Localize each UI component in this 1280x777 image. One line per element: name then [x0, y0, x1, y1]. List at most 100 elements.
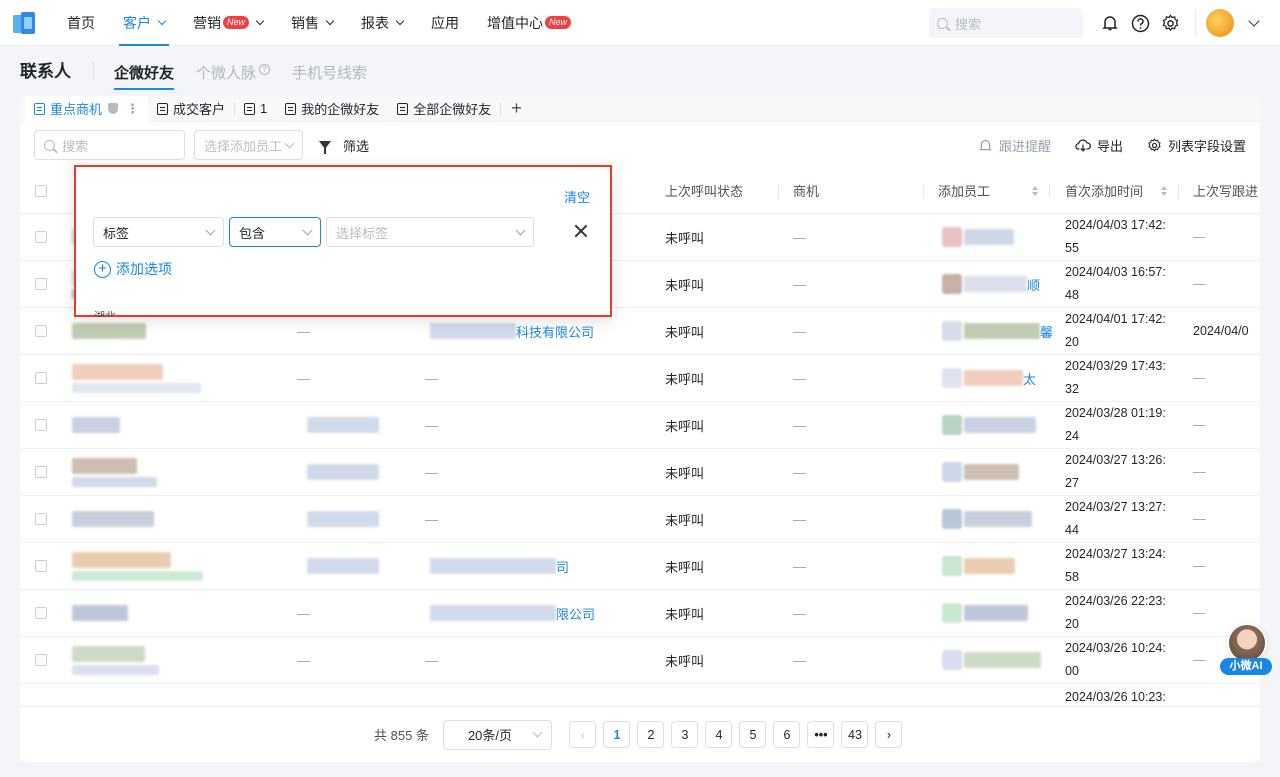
employee-cell[interactable]: [942, 402, 1036, 448]
page-ellipsis-button[interactable]: •••: [807, 721, 835, 748]
next-page-button[interactable]: ›: [875, 721, 903, 748]
settings-icon[interactable]: [1155, 8, 1185, 38]
table-row[interactable]: 司 未呼叫 — 2024/03/27 13:24: 58 —: [20, 543, 1260, 590]
employee-cell[interactable]: 太: [942, 355, 1036, 401]
company-link[interactable]: 科技有限公司: [516, 322, 594, 341]
page-size-select[interactable]: 20条/页: [442, 719, 552, 750]
filter-field-select[interactable]: 标签: [93, 217, 224, 247]
ai-assistant-widget[interactable]: 小微AI: [1220, 623, 1274, 675]
view-tab-my-friends[interactable]: 我的企微好友: [276, 96, 388, 122]
row-checkbox[interactable]: [35, 231, 47, 243]
tab-wecom-friends[interactable]: 企微好友: [114, 62, 175, 90]
filter-icon: [319, 141, 331, 154]
header-employee[interactable]: 添加员工: [938, 168, 1039, 213]
contact-name-cell[interactable]: [72, 449, 157, 495]
chevron-down-icon[interactable]: [1248, 15, 1260, 27]
nav-apps[interactable]: 应用: [417, 0, 473, 46]
opportunity-cell: —: [793, 276, 806, 292]
contact-name-cell[interactable]: [72, 590, 128, 636]
column-settings-button[interactable]: 列表字段设置: [1147, 136, 1246, 155]
employee-cell[interactable]: 馨: [942, 308, 1053, 354]
page-button[interactable]: 1: [603, 721, 631, 748]
company-cell[interactable]: 限公司: [430, 590, 595, 636]
export-button[interactable]: 导出: [1075, 136, 1123, 155]
employee-cell[interactable]: [942, 637, 1041, 683]
add-filter-option-button[interactable]: + 添加选项: [94, 259, 172, 279]
table-row[interactable]: — 未呼叫 — 2024/03/27 13:26: 27 —: [20, 449, 1260, 496]
contact-name-cell[interactable]: [72, 496, 154, 542]
page-button[interactable]: 43: [841, 721, 869, 748]
employee-cell[interactable]: [942, 214, 1014, 260]
employee-cell[interactable]: [942, 543, 1015, 589]
global-search-input[interactable]: 搜索: [929, 8, 1083, 38]
table-row[interactable]: — 限公司 未呼叫 — 2024/03/26 22:23: 20 —: [20, 590, 1260, 637]
row-checkbox[interactable]: [35, 419, 47, 431]
contact-name-cell[interactable]: [72, 637, 159, 683]
table-row[interactable]: — 未呼叫 — 2024/03/27 13:27: 44 —: [20, 496, 1260, 543]
view-tab-1[interactable]: 1: [235, 96, 276, 122]
header-last-followup[interactable]: 上次写跟进: [1193, 168, 1258, 213]
filter-value-select[interactable]: 选择标签: [326, 217, 534, 247]
sort-icon[interactable]: [1032, 185, 1039, 196]
row-checkbox[interactable]: [35, 560, 47, 572]
bell-icon[interactable]: [1095, 8, 1125, 38]
view-tab-key-opportunity[interactable]: 重点商机 ⋮: [25, 96, 149, 122]
followup-reminder-button[interactable]: 跟进提醒: [978, 136, 1051, 155]
view-tab-all-friends[interactable]: 全部企微好友: [388, 96, 500, 122]
contact-name-cell[interactable]: [72, 543, 203, 589]
header-opportunity[interactable]: 商机: [793, 168, 819, 213]
add-option-label: 添加选项: [116, 261, 172, 277]
row-checkbox[interactable]: [35, 654, 47, 666]
table-row[interactable]: — — 未呼叫 — 2024/03/26 10:24: 00 —: [20, 637, 1260, 684]
filter-button[interactable]: 筛选: [319, 136, 369, 155]
time-line: 2024/03/26 10:24:: [1065, 641, 1166, 655]
row-checkbox[interactable]: [35, 513, 47, 525]
help-icon[interactable]: [1125, 8, 1155, 38]
nav-reports[interactable]: 报表: [347, 0, 417, 46]
employee-cell[interactable]: [942, 590, 1028, 636]
more-icon[interactable]: ⋮: [126, 101, 139, 117]
tab-phone-leads[interactable]: 手机号线索: [292, 62, 367, 90]
employee-select[interactable]: 选择添加员工: [194, 130, 303, 160]
add-view-icon[interactable]: +: [511, 98, 522, 119]
header-call-status[interactable]: 上次呼叫状态: [665, 168, 743, 213]
page-button[interactable]: 4: [705, 721, 733, 748]
employee-cell[interactable]: 顺: [942, 261, 1040, 307]
company-link[interactable]: 限公司: [556, 604, 595, 623]
table-row[interactable]: — 未呼叫 — 2024/03/28 01:19: 24 —: [20, 402, 1260, 449]
contact-name-cell[interactable]: [72, 402, 120, 448]
row-checkbox[interactable]: [35, 278, 47, 290]
page-button[interactable]: 5: [739, 721, 767, 748]
table-row[interactable]: — — 未呼叫 — 太 2024/03/29 17:43: 32 —: [20, 355, 1260, 402]
employee-cell[interactable]: [942, 496, 1032, 542]
nav-sales[interactable]: 销售: [277, 0, 347, 46]
contact-name-cell[interactable]: [72, 355, 201, 401]
header-first-added[interactable]: 首次添加时间: [1065, 168, 1168, 213]
nav-marketing[interactable]: 营销 New: [179, 0, 277, 46]
avatar[interactable]: [1206, 9, 1234, 37]
filter-operator-select[interactable]: 包含: [229, 217, 321, 247]
prev-page-button[interactable]: ‹: [569, 721, 597, 748]
nav-customers[interactable]: 客户: [109, 0, 179, 46]
page-button[interactable]: 6: [773, 721, 801, 748]
view-tab-closed-customers[interactable]: 成交客户: [148, 96, 234, 122]
select-all-checkbox[interactable]: [35, 184, 47, 197]
employee-cell[interactable]: [942, 449, 1019, 495]
remove-condition-icon[interactable]: [574, 224, 588, 238]
sort-icon[interactable]: [1161, 185, 1168, 196]
nav-home[interactable]: 首页: [53, 0, 109, 46]
page-button[interactable]: 2: [637, 721, 665, 748]
row-checkbox[interactable]: [35, 372, 47, 384]
tab-personal-contacts[interactable]: 个微人脉?: [196, 62, 271, 90]
app-logo[interactable]: [13, 11, 37, 35]
company-link[interactable]: 司: [556, 557, 569, 576]
row-checkbox[interactable]: [35, 466, 47, 478]
page-button[interactable]: 3: [671, 721, 699, 748]
table-search-input[interactable]: 搜索: [34, 130, 185, 160]
clear-filters-button[interactable]: 清空: [564, 187, 590, 206]
row-checkbox[interactable]: [35, 325, 47, 337]
nav-value-center[interactable]: 增值中心 New: [473, 0, 585, 46]
time-line: 27: [1065, 476, 1079, 490]
company-cell[interactable]: 司: [430, 543, 569, 589]
row-checkbox[interactable]: [35, 607, 47, 619]
